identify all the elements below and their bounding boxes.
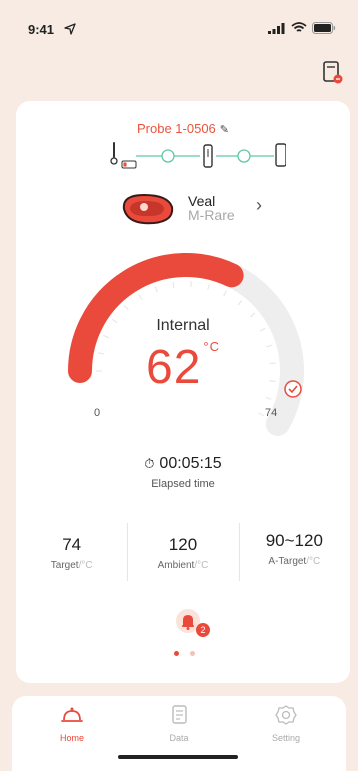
gauge-tick [258,412,265,417]
elapsed-timer: ⏱ 00:05:15 [16,455,350,473]
repeater-icon [203,144,213,168]
status-time: 9:41 [28,22,55,37]
stat-value: 90~120 [265,531,323,550]
stat-ambient[interactable]: 120 Ambient/°C [127,521,238,581]
tab-setting[interactable]: Setting [246,704,326,743]
gauge-max: 74 [265,407,278,419]
alarm-count-badge: 2 [196,623,210,637]
home-icon [61,707,83,722]
internal-temperature: 62 °C [16,339,350,395]
probe-card: Probe 1-0506 ✎ Veal M-Rare › Internal 62… [16,101,350,683]
gauge-tick [265,396,272,400]
stat-value: 120 [168,535,198,554]
alarm-button[interactable]: 2 [176,609,210,637]
device-manager-button[interactable] [322,60,344,86]
stat-ambient-target[interactable]: 90~120 A-Target/°C [238,521,350,581]
gauge-tick [223,290,227,297]
elapsed-label: Elapsed time [151,478,215,490]
stat-target[interactable]: 74 Target/°C [16,521,127,581]
home-indicator [118,755,238,759]
tab-home[interactable]: Home [32,704,112,743]
gauge-tick [103,334,110,339]
chevron-right-icon: › [256,195,262,215]
gauge-tick [154,286,158,293]
stat-value: 74 [62,535,82,554]
stat-label: A-Target/°C [268,556,321,567]
page-dot-1[interactable] [174,651,179,656]
temperature-stats: 74 Target/°C 120 Ambient/°C 90~120 A-Tar… [16,521,350,581]
low-battery-icon [121,160,137,169]
data-icon [172,705,187,724]
food-doneness: M-Rare [188,207,235,223]
gauge-min: 0 [94,407,101,419]
gauge-tick [172,281,175,288]
status-bar: 9:41 [0,0,358,44]
location-arrow-icon [64,23,76,35]
probe-name: Probe 1-0506 [137,121,216,136]
wifi-icon [291,22,307,32]
page-dot-2[interactable] [190,651,195,656]
probe-title[interactable]: Probe 1-0506 ✎ [16,121,350,136]
signal-icon [268,22,285,34]
tab-bar: Home Data Setting [12,696,346,771]
gear-icon [275,705,297,725]
link-icon-2 [237,149,251,163]
tab-label: Setting [271,733,301,743]
connection-status [110,142,286,169]
probe-icon [110,142,118,165]
page-indicator [174,651,195,656]
phone-icon [275,143,286,167]
device-manager-icon [323,61,343,84]
gauge-tick [207,283,210,290]
gauge-tick [123,305,129,311]
battery-icon [312,22,336,34]
tab-label: Data [169,733,189,743]
gauge-tick [237,300,243,306]
edit-icon[interactable]: ✎ [220,124,229,136]
tab-data[interactable]: Data [139,704,219,743]
stat-label: Target/°C [50,560,93,571]
timer-icon: ⏱ [144,456,155,471]
timer-value: 00:05:15 [159,455,222,472]
steak-icon [122,193,174,225]
gauge-tick [138,294,143,300]
gauge-label: Internal [156,317,210,334]
stat-label: Ambient/°C [157,560,209,571]
tab-label: Home [59,733,84,743]
temperature-value: 62 [146,341,202,394]
temperature-unit: °C [203,339,220,354]
food-selector[interactable]: Veal M-Rare › [118,189,278,229]
link-icon-1 [161,149,175,163]
